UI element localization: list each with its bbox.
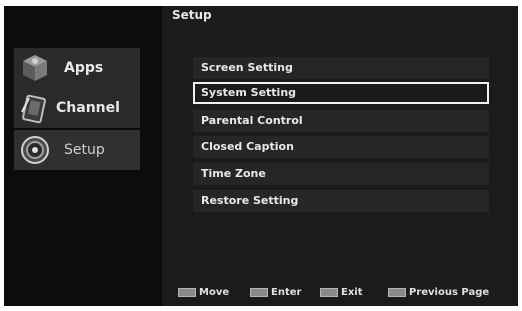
footer-exit-label: Exit — [341, 286, 363, 298]
menu-item-system-setting[interactable]: System Setting — [193, 82, 489, 104]
arrow-keys-icon — [178, 287, 196, 297]
sidebar-item-label: Apps — [64, 60, 104, 76]
sidebar-item-channel[interactable]: Channel — [14, 88, 140, 128]
enter-key-icon — [250, 287, 268, 297]
menu-item-closed-caption[interactable]: Closed Caption — [193, 136, 489, 158]
menu-key-icon — [388, 287, 406, 297]
footer-hint-previous: Previous Page — [388, 284, 489, 300]
channel-icon — [18, 91, 52, 125]
menu-item-parental-control[interactable]: Parental Control — [193, 110, 489, 132]
footer-hint-enter: Enter — [250, 284, 301, 300]
sidebar-item-apps[interactable]: Apps — [14, 48, 140, 88]
exit-key-icon — [320, 287, 338, 297]
setup-icon — [18, 133, 52, 167]
menu-item-screen-setting[interactable]: Screen Setting — [193, 57, 489, 79]
sidebar-item-label: Channel — [56, 100, 120, 116]
apps-icon — [18, 51, 52, 85]
footer-hint-move: Move — [178, 284, 229, 300]
sidebar-item-setup[interactable]: Setup — [14, 130, 140, 170]
menu-item-time-zone[interactable]: Time Zone — [193, 163, 489, 185]
footer-enter-label: Enter — [271, 286, 302, 298]
footer-previous-label: Previous Page — [409, 286, 490, 298]
footer-move-label: Move — [199, 286, 230, 298]
sidebar-item-label: Setup — [64, 142, 105, 158]
menu-item-restore-setting[interactable]: Restore Setting — [193, 190, 489, 212]
footer-hint-exit: Exit — [320, 284, 363, 300]
page-title: Setup — [172, 8, 212, 22]
